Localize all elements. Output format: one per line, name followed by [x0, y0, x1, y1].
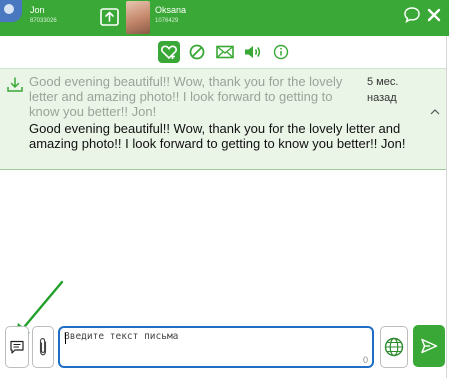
text-caret: [65, 333, 66, 344]
my-avatar[interactable]: [0, 0, 22, 22]
sound-button[interactable]: [242, 41, 264, 63]
chat-bubble-button[interactable]: [403, 6, 421, 24]
close-button[interactable]: [425, 6, 443, 24]
my-id: 87033026: [30, 18, 57, 24]
message-toolbar: [158, 40, 292, 64]
download-icon[interactable]: [6, 76, 24, 94]
chat-bubble-icon: [404, 7, 420, 24]
partner-name: Oksana: [155, 5, 187, 15]
block-icon: [189, 44, 205, 60]
partner-id: 1076429: [155, 18, 179, 24]
message-item[interactable]: Good evening beautiful!! Wow, thank you …: [0, 68, 446, 170]
message-input[interactable]: [64, 331, 364, 361]
close-icon: [427, 8, 441, 22]
message-translated-text: Good evening beautiful!! Wow, thank you …: [29, 121, 406, 151]
sound-icon: [245, 46, 261, 58]
upload-icon: [100, 8, 119, 26]
info-icon: [273, 44, 289, 60]
attach-button[interactable]: [32, 326, 54, 368]
favorite-button[interactable]: [158, 41, 180, 63]
message-original-text: Good evening beautiful!! Wow, thank you …: [29, 74, 343, 119]
mail-button[interactable]: [214, 41, 236, 63]
partner-avatar[interactable]: [126, 1, 150, 34]
send-button[interactable]: [413, 325, 445, 367]
translate-button[interactable]: [380, 326, 408, 368]
chevron-up-icon[interactable]: [429, 107, 441, 117]
upload-button[interactable]: [99, 6, 121, 28]
message-input-box[interactable]: 0: [58, 326, 374, 368]
message-templates-icon: [10, 340, 24, 354]
character-counter: 0: [362, 355, 368, 365]
info-button[interactable]: [270, 41, 292, 63]
send-icon: [421, 338, 438, 354]
mail-icon: [216, 45, 234, 59]
header-actions: [403, 6, 443, 24]
block-button[interactable]: [186, 41, 208, 63]
scrollbar-track[interactable]: [446, 36, 447, 378]
message-timestamp: 5 мес. назад: [367, 76, 399, 104]
paperclip-icon: [39, 338, 47, 356]
chat-header: Jon 87033026 Oksana 1076429: [0, 0, 449, 36]
my-name: Jon: [30, 5, 45, 15]
favorite-plus-icon: [161, 45, 177, 60]
templates-button[interactable]: [5, 326, 29, 368]
globe-icon: [384, 337, 404, 357]
